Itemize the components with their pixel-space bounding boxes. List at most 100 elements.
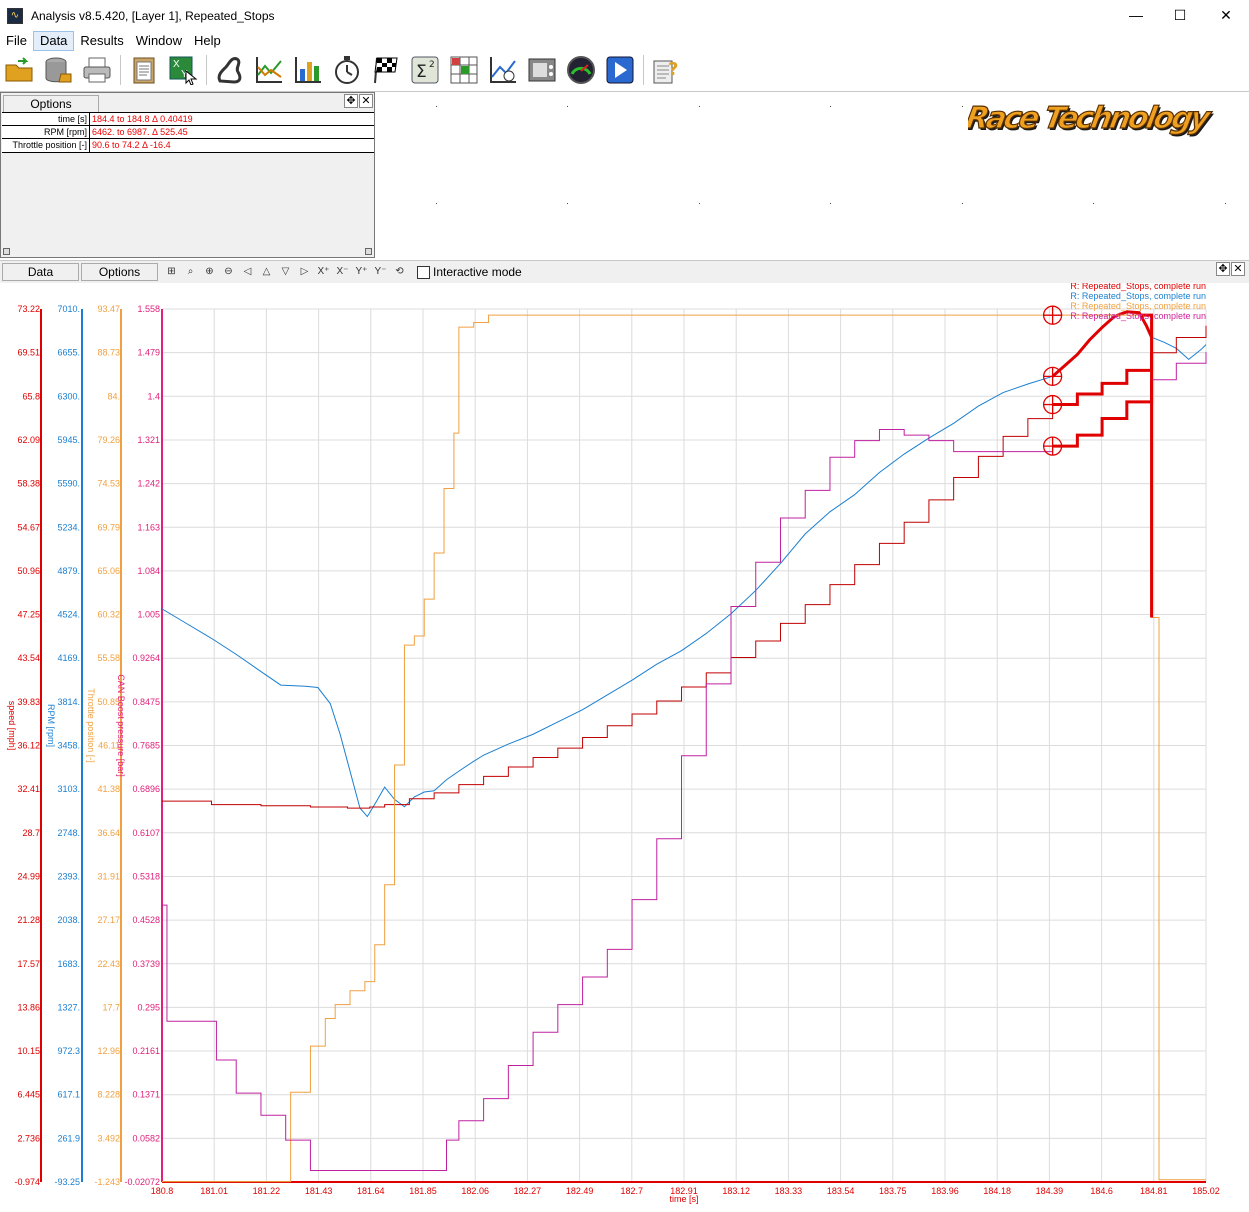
interactive-mode-checkbox[interactable] [417, 265, 430, 279]
gauge-icon[interactable] [565, 54, 597, 86]
close-panel-icon[interactable]: ✕ [359, 94, 373, 108]
maximize-button[interactable]: ☐ [1157, 0, 1203, 31]
menu-results[interactable]: Results [74, 31, 129, 51]
resize-grip-icon[interactable] [3, 248, 10, 255]
bar-chart-icon[interactable] [292, 54, 324, 86]
y-tick-label: 54.67 [17, 522, 40, 532]
menu-window[interactable]: Window [130, 31, 188, 51]
y-tick-label: 4169. [57, 653, 80, 663]
toolbar-separator [206, 55, 207, 85]
clipboard-icon[interactable] [128, 54, 160, 86]
values-table: time [s] 184.4 to 184.8 Δ 0.40419 RPM [r… [2, 112, 374, 153]
table-row: RPM [rpm] 6462. to 6987. Δ 525.45 [2, 126, 374, 139]
zoom-out-icon[interactable]: ⊖ [219, 263, 238, 281]
xy-scatter-icon[interactable] [487, 54, 519, 86]
row-value: 184.4 to 184.8 Δ 0.40419 [92, 114, 193, 124]
database-icon[interactable] [42, 54, 74, 86]
track-map-icon[interactable] [214, 54, 246, 86]
x-tick-label: 184.81 [1140, 1186, 1168, 1196]
pan-right-icon[interactable]: ▷ [295, 263, 314, 281]
x-tick-label: 183.54 [827, 1186, 855, 1196]
app-icon: ∿ [7, 7, 23, 24]
y-tick-label: 3458. [57, 741, 80, 751]
pan-left-icon[interactable]: ◁ [238, 263, 257, 281]
svg-text:2: 2 [429, 60, 435, 70]
pan-up-icon[interactable]: △ [257, 263, 276, 281]
x-tick-label: 181.85 [409, 1186, 437, 1196]
y-tick-label: 88.73 [97, 348, 120, 358]
svg-text:Σ: Σ [416, 62, 427, 82]
minimize-button[interactable]: — [1113, 0, 1159, 31]
lap-table-icon[interactable] [448, 54, 480, 86]
y-tick-label: 43.54 [17, 653, 40, 663]
y-tick-label: 65.8 [22, 391, 40, 401]
y-tick-label: 69.79 [97, 522, 120, 532]
y-zoom-out-icon[interactable]: Y⁻ [371, 263, 390, 281]
options-button[interactable]: Options [3, 95, 99, 113]
play-icon[interactable] [604, 54, 636, 86]
pan-down-icon[interactable]: ▽ [276, 263, 295, 281]
y-tick-label: 972.3 [57, 1046, 80, 1056]
selected-range-line [1141, 313, 1154, 618]
x-zoom-out-icon[interactable]: X⁻ [333, 263, 352, 281]
chart-area[interactable]: 73.22 69.51 65.8 62.09 58.38 54.67 50.96 47.25 4… [0, 283, 1249, 1212]
y-tick-label: 0.5318 [132, 871, 160, 881]
sigma-squared-icon[interactable]: Σ2 [409, 54, 441, 86]
y-tick-label: 1683. [57, 959, 80, 969]
y-tick-label: 5234. [57, 522, 80, 532]
y-tick-label: 69.51 [17, 348, 40, 358]
line-graph-icon[interactable] [253, 54, 285, 86]
xy-export-icon[interactable]: XY [167, 54, 199, 86]
y-tick-label: 73.22 [17, 304, 40, 314]
y-tick-label: 0.295 [137, 1002, 160, 1012]
video-icon[interactable] [526, 54, 558, 86]
y-tick-label: 0.1371 [132, 1090, 160, 1100]
move-panel-icon[interactable]: ✥ [344, 94, 358, 108]
y-tick-label: 24.99 [17, 871, 40, 881]
checkered-flag-icon[interactable] [370, 54, 402, 86]
legend-entry: R: Repeated_Stops, complete run [1070, 311, 1206, 321]
x-tick-label: 183.75 [879, 1186, 907, 1196]
x-tick-label: 182.49 [566, 1186, 594, 1196]
stopwatch-icon[interactable] [331, 54, 363, 86]
menu-file[interactable]: File [0, 31, 33, 51]
window-title: Analysis v8.5.420, [Layer 1], Repeated_S… [31, 8, 275, 23]
y-tick-label: 21.28 [17, 915, 40, 925]
grid-lines [161, 308, 1207, 1183]
y-tick-label: 74.53 [97, 479, 120, 489]
printer-icon[interactable] [81, 54, 113, 86]
upper-panel: Options ✥ ✕ time [s] 184.4 to 184.8 Δ 0.… [0, 91, 1249, 258]
y-zoom-in-icon[interactable]: Y⁺ [352, 263, 371, 281]
zoom-reset-icon[interactable]: ⟲ [390, 263, 409, 281]
y-tick-label: 5945. [57, 435, 80, 445]
y-tick-label: -0.974 [14, 1177, 40, 1187]
zoom-in-icon[interactable]: ⊕ [200, 263, 219, 281]
x-tick-label: 182.7 [621, 1186, 644, 1196]
tab-options[interactable]: Options [81, 263, 158, 281]
close-button[interactable]: ✕ [1203, 0, 1249, 31]
x-tick-label: 184.18 [983, 1186, 1011, 1196]
tab-data[interactable]: Data [2, 263, 79, 281]
y-tick-label: 60.32 [97, 610, 120, 620]
row-name: Throttle position [-] [2, 139, 90, 152]
y-tick-label: 12.96 [97, 1046, 120, 1056]
y-tick-label: 617.1 [57, 1090, 80, 1100]
help-icon[interactable]: ? [651, 54, 683, 86]
row-name: RPM [rpm] [2, 126, 90, 138]
y-axis-title: speed [mph] [7, 701, 17, 751]
menu-help[interactable]: Help [188, 31, 227, 51]
cursor-marker-icon [1042, 436, 1063, 456]
open-folder-icon[interactable] [3, 54, 35, 86]
y-tick-label: 10.15 [17, 1046, 40, 1056]
resize-grip-icon[interactable] [365, 248, 372, 255]
x-zoom-in-icon[interactable]: X⁺ [314, 263, 333, 281]
zoom-rect-icon[interactable]: ⌕ [181, 263, 200, 281]
zoom-box-icon[interactable]: ⊞ [162, 263, 181, 281]
menu-bar: File Data Results Window Help [0, 31, 1249, 51]
close-panel-icon[interactable]: ✕ [1231, 262, 1245, 276]
y-tick-label: 4524. [57, 610, 80, 620]
move-panel-icon[interactable]: ✥ [1216, 262, 1230, 276]
panel-controls: ✥ ✕ [344, 94, 374, 108]
menu-data[interactable]: Data [32, 31, 75, 51]
y-tick-label: 1.479 [137, 348, 160, 358]
